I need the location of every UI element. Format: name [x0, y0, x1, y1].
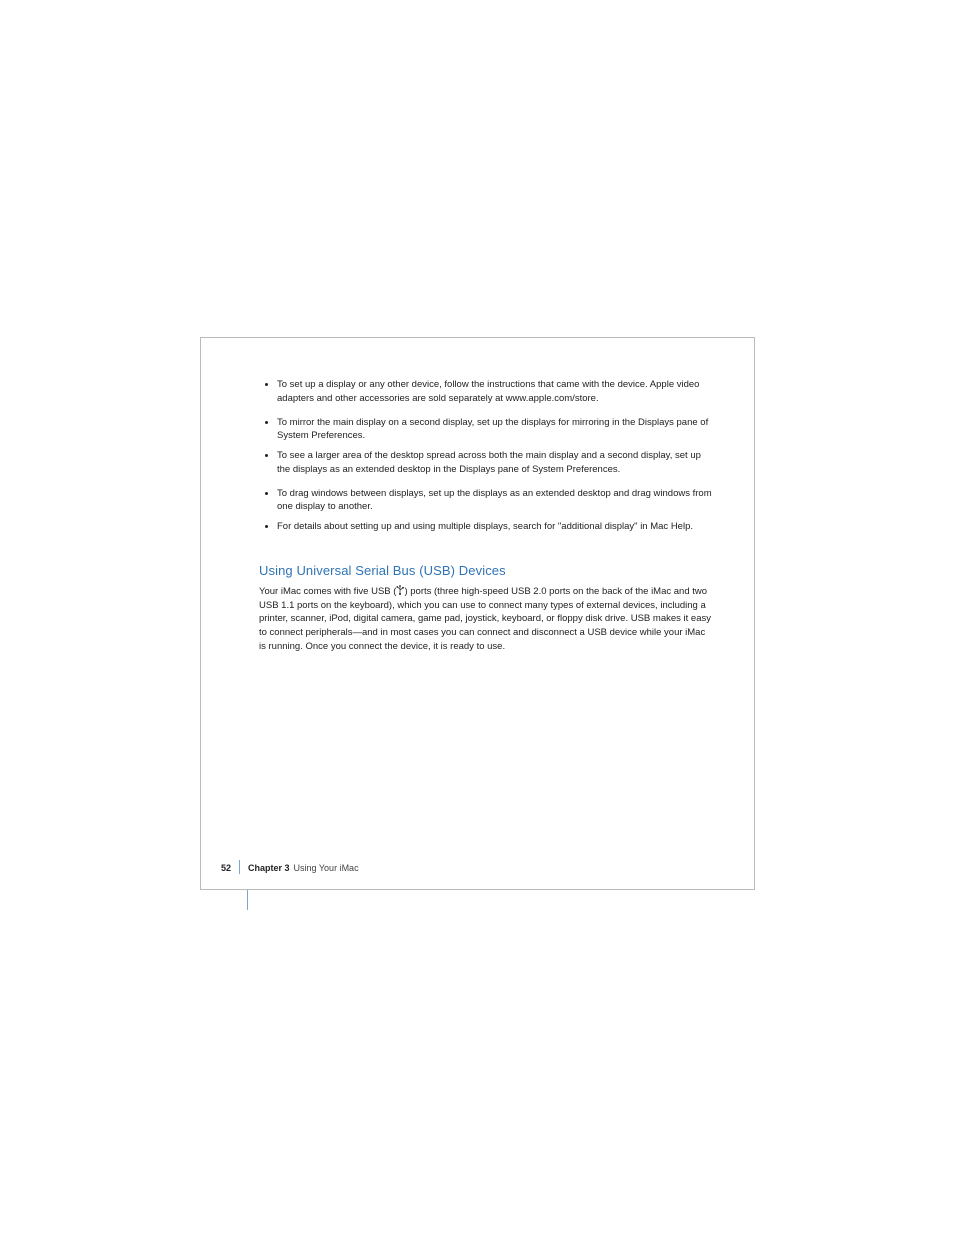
page-number: 52: [221, 863, 239, 873]
bullet-list: To set up a display or any other device,…: [259, 378, 714, 534]
list-item-text: For details about setting up and using m…: [277, 521, 693, 532]
page-frame: To set up a display or any other device,…: [200, 337, 755, 890]
page-content: To set up a display or any other device,…: [259, 378, 714, 654]
section-body: Your iMac comes with five USB ( ) ports (…: [259, 585, 714, 654]
section-heading: Using Universal Serial Bus (USB) Devices: [259, 562, 714, 581]
list-item-text: To drag windows between displays, set up…: [277, 488, 712, 513]
footer-separator: [239, 860, 240, 874]
list-item: To drag windows between displays, set up…: [259, 487, 714, 515]
list-item-text: To see a larger area of the desktop spre…: [277, 450, 701, 475]
list-item: For details about setting up and using m…: [259, 520, 714, 534]
usb-icon: [396, 585, 404, 595]
body-lead: Your iMac comes with five USB (: [259, 586, 396, 597]
footer-title: Using Your iMac: [294, 863, 359, 873]
footer-rule-extension: [247, 890, 248, 910]
footer-chapter: Chapter 3: [248, 863, 290, 873]
list-item: To mirror the main display on a second d…: [259, 416, 714, 444]
list-item-text: To set up a display or any other device,…: [277, 379, 699, 404]
list-item: To see a larger area of the desktop spre…: [259, 449, 714, 477]
list-item-text: To mirror the main display on a second d…: [277, 417, 708, 442]
list-item: To set up a display or any other device,…: [259, 378, 714, 406]
body-mid: ) ports (three high-speed USB 2.0 ports …: [404, 586, 583, 597]
page-footer: 52 Chapter 3 Using Your iMac: [221, 860, 359, 873]
